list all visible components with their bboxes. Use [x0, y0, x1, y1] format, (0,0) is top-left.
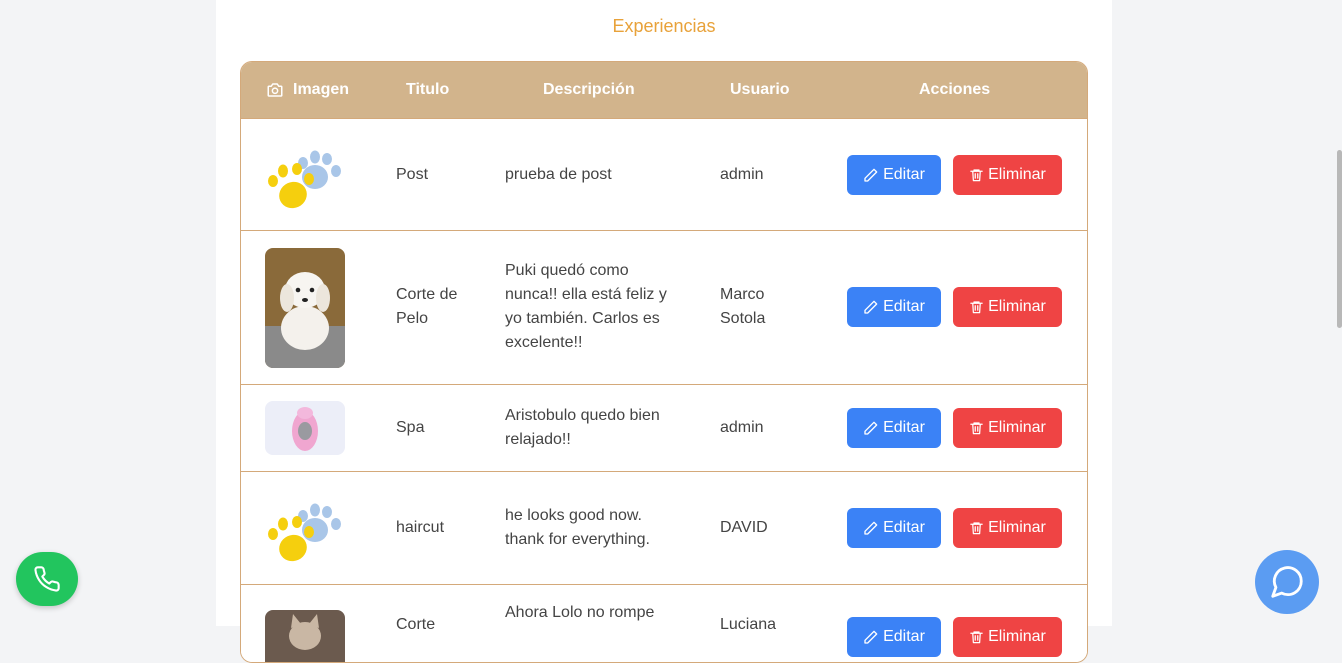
pencil-icon — [863, 299, 879, 315]
header-image-label: Imagen — [293, 81, 350, 98]
header-description: Descripción — [543, 81, 635, 98]
experiences-card: Experiencias Imagen Titulo Descripción U… — [216, 0, 1112, 663]
row-user: Luciana — [720, 616, 777, 633]
row-description: Aristobulo quedo bien relajado!! — [505, 407, 660, 448]
row-description: Ahora Lolo no rompe — [505, 604, 655, 621]
row-description: prueba de post — [505, 166, 612, 183]
edit-button[interactable]: Editar — [847, 155, 941, 195]
delete-button[interactable]: Eliminar — [953, 287, 1062, 327]
row-user: Marco Sotola — [720, 286, 766, 327]
paw-logo — [265, 490, 345, 568]
header-image: Imagen — [265, 62, 349, 118]
row-title: Spa — [396, 419, 425, 436]
row-user: admin — [720, 166, 764, 183]
delete-button[interactable]: Eliminar — [953, 617, 1062, 657]
cat-photo — [265, 610, 345, 662]
page-scrollbar[interactable] — [1337, 150, 1342, 328]
paw-logo — [265, 137, 345, 215]
phone-button[interactable] — [16, 552, 78, 606]
edit-button[interactable]: Editar — [847, 617, 941, 657]
section-title: Experiencias — [612, 16, 716, 36]
trash-icon — [969, 420, 984, 436]
row-title: Post — [396, 166, 429, 183]
row-user: admin — [720, 419, 764, 436]
phone-icon — [33, 565, 61, 593]
delete-button[interactable]: Eliminar — [953, 508, 1062, 548]
header-user: Usuario — [730, 81, 790, 98]
edit-button[interactable]: Editar — [847, 287, 941, 327]
row-user: DAVID — [720, 519, 768, 536]
pencil-icon — [863, 629, 879, 645]
delete-button[interactable]: Eliminar — [953, 408, 1062, 448]
trash-icon — [969, 629, 984, 645]
pencil-icon — [863, 520, 879, 536]
experiences-table: Imagen Titulo Descripción Usuario Accion… — [240, 61, 1088, 663]
chat-button[interactable] — [1255, 550, 1319, 614]
camera-icon — [265, 81, 285, 99]
pet-in-pink-hoodie-photo — [265, 401, 345, 455]
trash-icon — [969, 167, 984, 183]
edit-button[interactable]: Editar — [847, 408, 941, 448]
chat-icon — [1268, 563, 1306, 601]
table-header: Imagen Titulo Descripción Usuario Accion… — [241, 62, 1087, 118]
header-actions: Acciones — [919, 81, 991, 98]
pencil-icon — [863, 167, 879, 183]
trash-icon — [969, 520, 984, 536]
pencil-icon — [863, 420, 879, 436]
table-row: Post prueba de post admin Editar Elimina… — [241, 118, 1087, 231]
header-title: Titulo — [406, 81, 450, 98]
table-row: Corte Ahora Lolo no rompe Luciana Editar… — [241, 584, 1087, 662]
table-row: Corte de Pelo Puki quedó como nunca!! el… — [241, 230, 1087, 383]
row-title: Corte — [396, 616, 436, 633]
trash-icon — [969, 299, 984, 315]
row-title: haircut — [396, 519, 445, 536]
row-description: he looks good now. thank for everything. — [505, 507, 650, 548]
row-description: Puki quedó como nunca!! ella está feliz … — [505, 262, 667, 351]
delete-button[interactable]: Eliminar — [953, 155, 1062, 195]
white-puppy-photo — [265, 248, 345, 368]
table-row: Spa Aristobulo quedo bien relajado!! adm… — [241, 384, 1087, 471]
table-row: haircut he looks good now. thank for eve… — [241, 471, 1087, 584]
row-title: Corte de Pelo — [396, 286, 458, 327]
edit-button[interactable]: Editar — [847, 508, 941, 548]
